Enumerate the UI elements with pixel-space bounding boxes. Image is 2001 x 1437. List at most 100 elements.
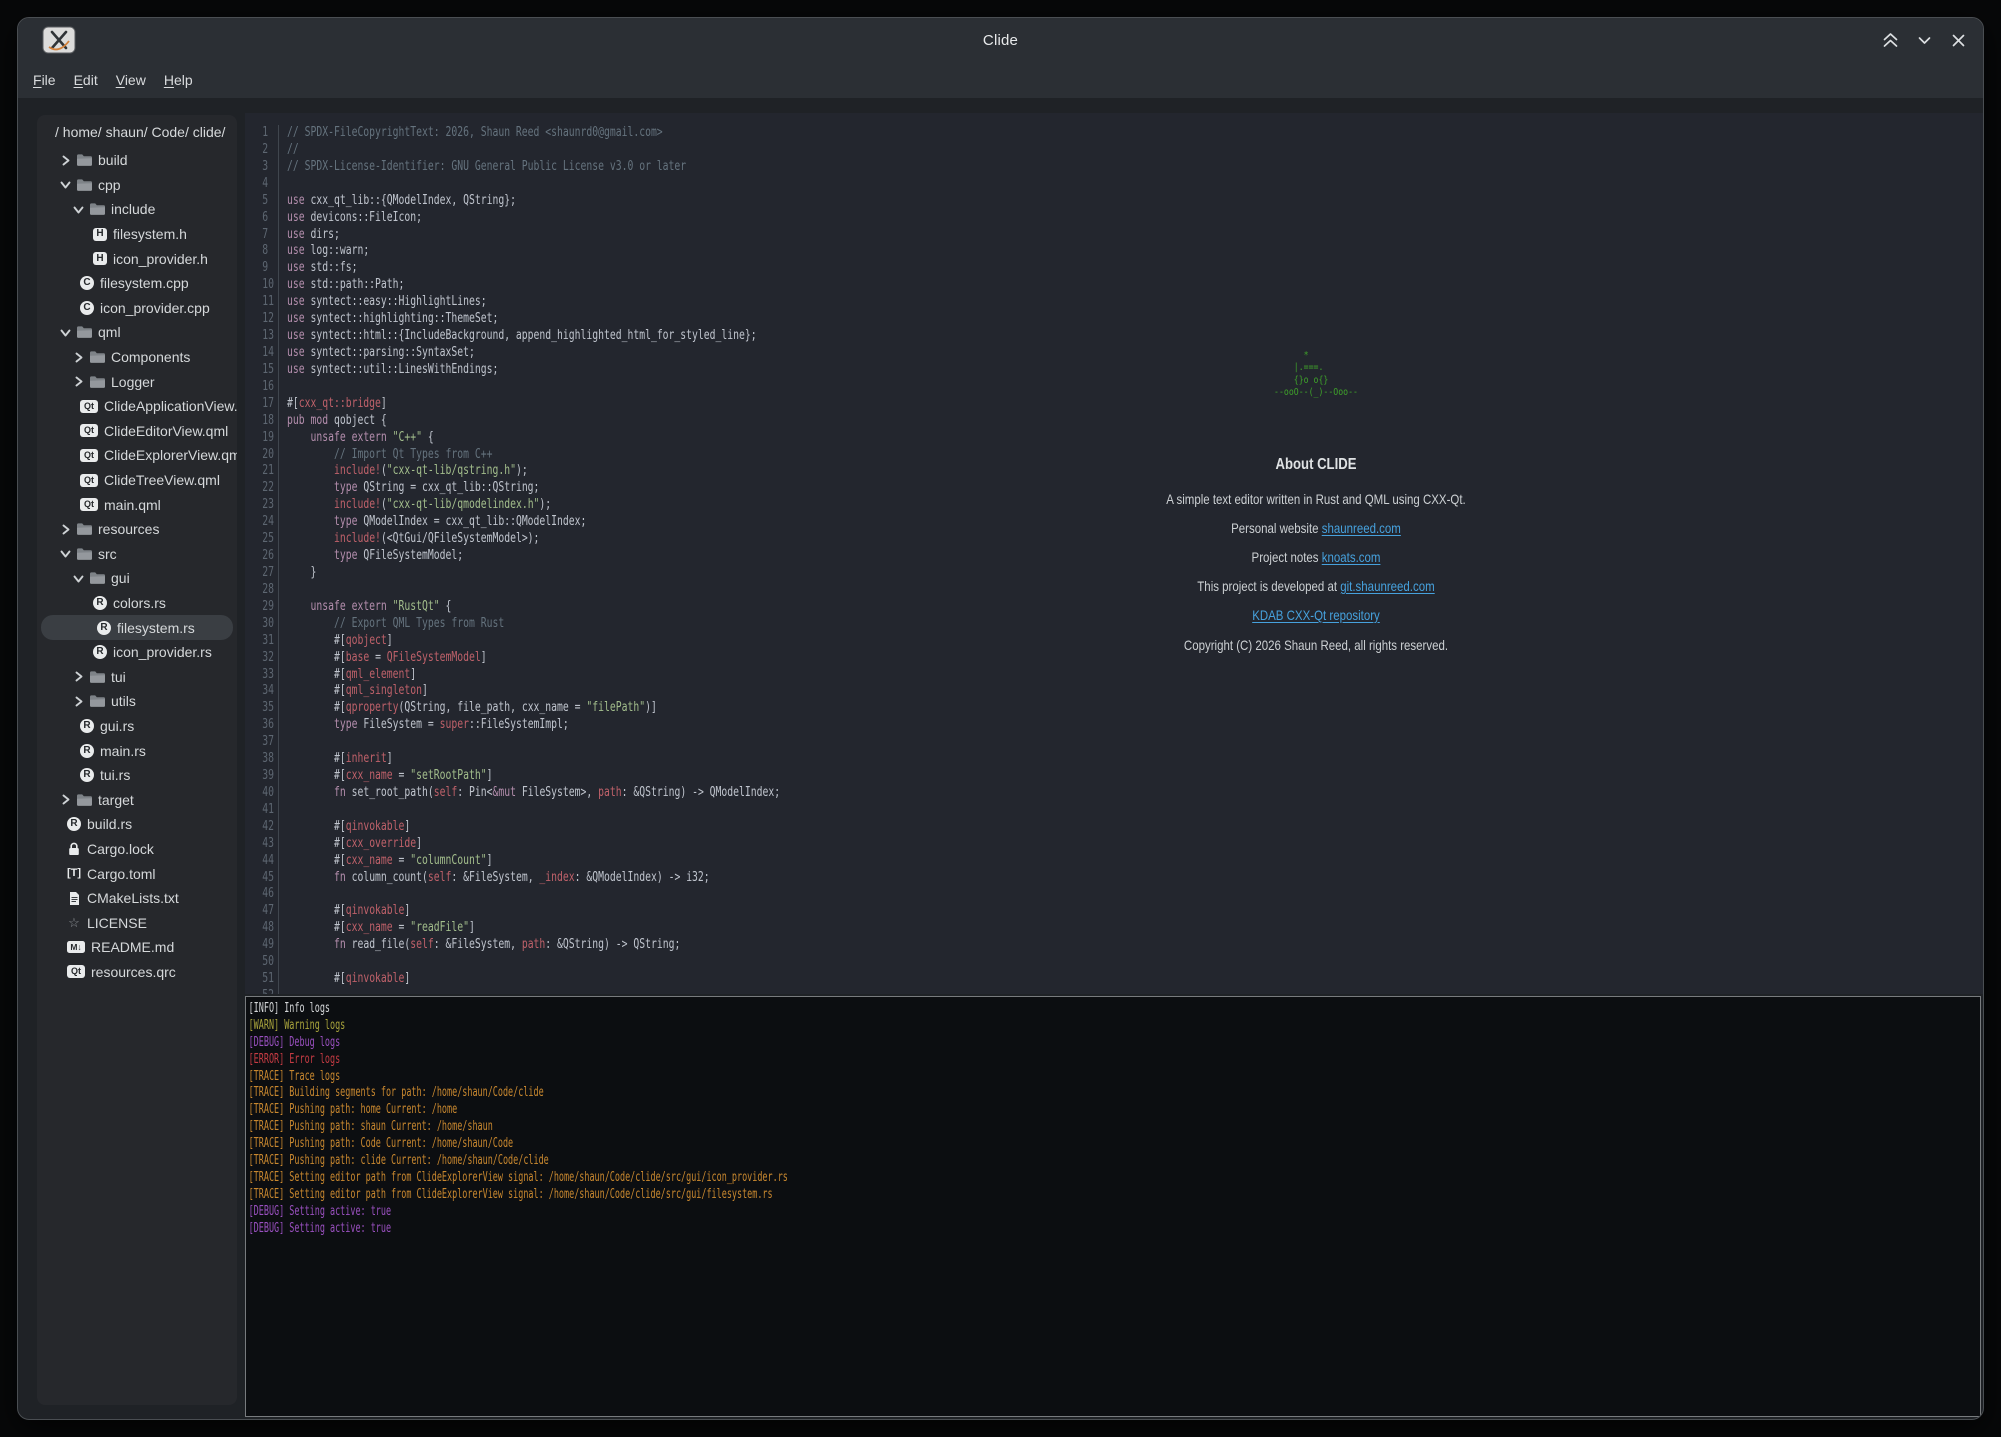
- line-number: 29: [262, 599, 278, 616]
- tree-file-filesystem-cpp[interactable]: Cfilesystem.cpp: [37, 271, 237, 296]
- chevron-right-icon[interactable]: [59, 523, 73, 536]
- chevron-right-icon[interactable]: [59, 793, 73, 806]
- code-text[interactable]: use syntect::html::{IncludeBackground, a…: [278, 328, 1983, 345]
- code-text[interactable]: [278, 802, 1983, 819]
- code-text[interactable]: // SPDX-License-Identifier: GNU General …: [278, 159, 1983, 176]
- tree-file-clidetreeview-qml[interactable]: QtClideTreeView.qml: [37, 468, 237, 493]
- code-text[interactable]: #[cxx_name = "readFile"]: [278, 920, 1983, 937]
- chevron-down-icon[interactable]: [72, 572, 86, 585]
- tree-file-clideapplicationview-qml[interactable]: QtClideApplicationView.qml: [37, 394, 237, 419]
- tree-file-readme-md[interactable]: M↓README.md: [37, 935, 237, 960]
- tree-file-main-rs[interactable]: Rmain.rs: [37, 738, 237, 763]
- tree-folder-src[interactable]: src: [37, 542, 237, 567]
- code-text[interactable]: #[cxx_override]: [278, 836, 1983, 853]
- code-text[interactable]: [278, 988, 1983, 994]
- menu-edit[interactable]: Edit: [65, 69, 107, 91]
- code-text[interactable]: #[inherit]: [278, 751, 1983, 768]
- tree-file-cargo-toml[interactable]: [T]Cargo.toml: [37, 861, 237, 886]
- code-text[interactable]: #[qinvokable]: [278, 971, 1983, 988]
- code-text[interactable]: fn column_count(self: &FileSystem, _inde…: [278, 870, 1983, 887]
- tree-folder-tui[interactable]: tui: [37, 664, 237, 689]
- link-kdab-cxx-qt-repository[interactable]: KDAB CXX-Qt repository: [1252, 607, 1380, 623]
- chevron-down-icon[interactable]: [59, 547, 73, 560]
- code-text[interactable]: // SPDX-FileCopyrightText: 2026, Shaun R…: [278, 125, 1983, 142]
- menu-help[interactable]: Help: [155, 69, 202, 91]
- log-panel[interactable]: [INFO] Info logs[WARN] Warning logs[DEBU…: [245, 996, 1981, 1417]
- chevron-down-icon[interactable]: [59, 326, 73, 339]
- code-text[interactable]: fn read_file(self: &FileSystem, path: &Q…: [278, 937, 1983, 954]
- folder-icon: [89, 375, 106, 389]
- tree-root-path[interactable]: / home/ shaun/ Code/ clide/: [37, 115, 237, 148]
- code-text[interactable]: use syntect::highlighting::ThemeSet;: [278, 311, 1983, 328]
- chevron-right-icon[interactable]: [59, 154, 73, 167]
- code-text[interactable]: use log::warn;: [278, 243, 1983, 260]
- tree-folder-cpp[interactable]: cpp: [37, 173, 237, 198]
- tree-file-main-qml[interactable]: Qtmain.qml: [37, 492, 237, 517]
- code-text[interactable]: #[qinvokable]: [278, 903, 1983, 920]
- link-knoats-com[interactable]: knoats.com: [1322, 549, 1381, 565]
- code-text[interactable]: use cxx_qt_lib::{QModelIndex, QString};: [278, 193, 1983, 210]
- tree-file-icon-provider-h[interactable]: Hicon_provider.h: [37, 246, 237, 271]
- tree-file-clideexplorerview-qml[interactable]: QtClideExplorerView.qml: [37, 443, 237, 468]
- tree-folder-resources[interactable]: resources: [37, 517, 237, 542]
- chevron-right-icon[interactable]: [72, 670, 86, 683]
- code-line: 11use syntect::easy::HighlightLines;: [245, 294, 1983, 311]
- code-text[interactable]: [278, 954, 1983, 971]
- link-shaunreed-com[interactable]: shaunreed.com: [1322, 520, 1401, 536]
- tree-folder-qml[interactable]: qml: [37, 320, 237, 345]
- tree-file-filesystem-h[interactable]: Hfilesystem.h: [37, 222, 237, 247]
- tree-file-icon-provider-cpp[interactable]: Cicon_provider.cpp: [37, 296, 237, 321]
- tree-file-build-rs[interactable]: Rbuild.rs: [37, 812, 237, 837]
- code-text[interactable]: [278, 176, 1983, 193]
- tree-folder-build[interactable]: build: [37, 148, 237, 173]
- code-text[interactable]: #[qml_element]: [278, 667, 1983, 684]
- link-git-shaunreed-com[interactable]: git.shaunreed.com: [1340, 578, 1434, 594]
- code-text[interactable]: type FileSystem = super::FileSystemImpl;: [278, 717, 1983, 734]
- tree-file-icon-provider-rs[interactable]: Ricon_provider.rs: [37, 640, 237, 665]
- code-text[interactable]: [278, 886, 1983, 903]
- code-text[interactable]: #[qml_singleton]: [278, 683, 1983, 700]
- titlebar[interactable]: Clide: [18, 18, 1983, 62]
- chevron-right-icon[interactable]: [72, 351, 86, 364]
- line-number: 12: [262, 311, 278, 328]
- close-button[interactable]: [1947, 29, 1969, 51]
- tree-file-resources-qrc[interactable]: Qtresources.qrc: [37, 960, 237, 985]
- code-text[interactable]: #[qproperty(QString, file_path, cxx_name…: [278, 700, 1983, 717]
- tree-file-clideeditorview-qml[interactable]: QtClideEditorView.qml: [37, 419, 237, 444]
- code-text[interactable]: //: [278, 142, 1983, 159]
- code-text[interactable]: fn set_root_path(self: Pin<&mut FileSyst…: [278, 785, 1983, 802]
- code-text[interactable]: #[cxx_name = "columnCount"]: [278, 853, 1983, 870]
- folder-icon: [76, 522, 93, 536]
- tree-file-colors-rs[interactable]: Rcolors.rs: [37, 591, 237, 616]
- line-number: 2: [262, 142, 278, 159]
- chevron-right-icon[interactable]: [72, 695, 86, 708]
- tree-folder-gui[interactable]: gui: [37, 566, 237, 591]
- code-text[interactable]: use devicons::FileIcon;: [278, 210, 1983, 227]
- tree-file-cargo-lock[interactable]: Cargo.lock: [37, 837, 237, 862]
- tree-folder-include[interactable]: include: [37, 197, 237, 222]
- tree-folder-logger[interactable]: Logger: [37, 369, 237, 394]
- tree-file-tui-rs[interactable]: Rtui.rs: [37, 763, 237, 788]
- tree-file-cmakelists-txt[interactable]: CMakeLists.txt: [37, 886, 237, 911]
- menu-file[interactable]: File: [24, 69, 65, 91]
- code-text[interactable]: [278, 734, 1983, 751]
- tree-file-license[interactable]: ☆LICENSE: [37, 910, 237, 935]
- code-text[interactable]: use dirs;: [278, 227, 1983, 244]
- tree-folder-target[interactable]: target: [37, 787, 237, 812]
- chevron-down-icon[interactable]: [72, 203, 86, 216]
- tree-file-filesystem-rs[interactable]: Rfilesystem.rs: [41, 615, 233, 640]
- tree-folder-components[interactable]: Components: [37, 345, 237, 370]
- code-text[interactable]: use std::fs;: [278, 260, 1983, 277]
- minimize-button[interactable]: [1913, 29, 1935, 51]
- menu-view[interactable]: View: [107, 69, 155, 91]
- chevron-right-icon[interactable]: [72, 375, 86, 388]
- code-editor[interactable]: 1// SPDX-FileCopyrightText: 2026, Shaun …: [245, 113, 1983, 994]
- code-text[interactable]: use std::path::Path;: [278, 277, 1983, 294]
- code-text[interactable]: #[cxx_name = "setRootPath"]: [278, 768, 1983, 785]
- chevron-down-icon[interactable]: [59, 178, 73, 191]
- code-text[interactable]: #[qinvokable]: [278, 819, 1983, 836]
- tree-folder-utils[interactable]: utils: [37, 689, 237, 714]
- code-text[interactable]: use syntect::easy::HighlightLines;: [278, 294, 1983, 311]
- keep-above-button[interactable]: [1879, 29, 1901, 51]
- tree-file-gui-rs[interactable]: Rgui.rs: [37, 714, 237, 739]
